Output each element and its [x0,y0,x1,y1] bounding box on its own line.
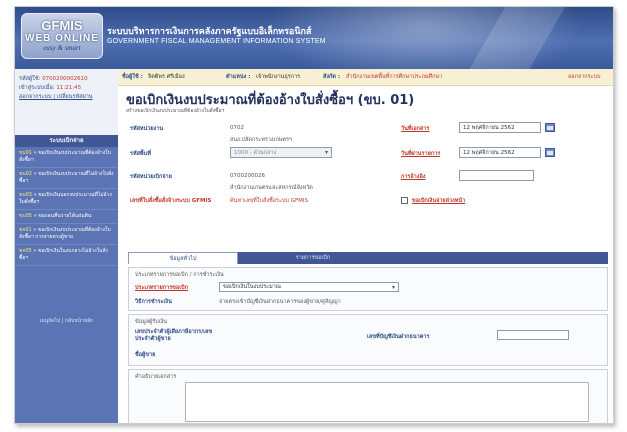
sidebar-item-kb01[interactable]: ขบ01 » ขอเบิกเงินงบประมาณที่ต้องอ้างใบสั… [15,147,118,168]
sidebar-item-kj05[interactable]: ขจ05 » ขอเบิกเงินในงบกลางไม่อ้างใบสั่งซื… [15,245,118,266]
login-time-value: 11:21:45 [56,85,82,91]
reference-label: การอ้างอิง [401,174,426,180]
area-code-select[interactable]: 1000 - ส่วนกลาง ▾ [230,147,332,158]
vendor-name-label: ชื่อผู้ขาย [135,352,156,358]
tab-bar: ข้อมูลทั่วไป รายการขอเบิก [128,252,608,264]
user-info-box: รหัสผู้ใช้: 0700200002610 เข้าสู่ระบบเมื… [15,69,118,135]
user-name-value: จิตติพร ศรีเมือง [148,74,185,80]
claim-type-label: ประเภทรายการขอเบิก [135,285,188,291]
position-value: เจ้าพนักงานธุรการ [256,74,301,80]
logout-link[interactable]: ออกจากระบบ | เปลี่ยนรหัสผ่าน [19,94,93,100]
chevron-down-icon: ▾ [324,149,328,156]
calendar-icon[interactable] [545,123,555,132]
calendar-icon[interactable] [545,148,555,157]
reference-input[interactable] [459,170,534,181]
user-name-key: ชื่อผู้ใช้ : [122,74,143,80]
description-textarea[interactable] [185,382,589,422]
user-info-bar: ชื่อผู้ใช้ : จิตติพร ศรีเมือง ตำแหน่ง : … [118,69,613,86]
sidebar-item-kj01[interactable]: ขจ01 » ขอเบิกเงินงบประมาณที่ต้องอ้างใบสั… [15,224,118,245]
logo-tagline: easy & smart [43,44,81,52]
org-value: สำนักงานเขตพื้นที่การศึกษาประถมศึกษา [346,74,443,80]
login-time-label: เข้าสู่ระบบเมื่อ: [19,85,55,91]
recipient-section: ข้อมูลผู้รับเงิน เลขประจำตัวผู้เสียภาษีอ… [128,314,608,366]
system-title: ระบบบริหารการเงินการคลังภาครัฐแบบอิเล็กท… [107,24,326,45]
advance-label: ขอเบิกเงินจ่ายล่วงหน้า [412,198,466,204]
user-id-value: 0700200002610 [42,76,88,82]
tax-id-label: เลขประจำตัวผู้เสียภาษีอากร/เลขประจำตัวผู… [135,329,213,342]
advance-checkbox[interactable] [401,197,408,204]
pay-unit-name: สำนักงานเกษตรและสหกรณ์จังหวัด [230,185,313,191]
pay-unit-label: รหัสหน่วยเบิกจ่าย [130,174,172,180]
gfmis-logo: GFMIS WEB ONLINE easy & smart [21,13,103,59]
sidebar-item-kb02[interactable]: ขบ02 » ขอเบิกเงินงบประมาณที่ไม่อ้างใบสั่… [15,168,118,189]
post-date-input[interactable]: 12 พฤศจิกายน 2562 [459,147,541,158]
logout-button[interactable]: ออกจากระบบ [568,73,600,81]
pay-unit-code: 0700200026 [230,173,265,179]
page-subtitle: สร้างขอเบิกเงินงบประมาณที่ต้องอ้างใบสั่ง… [126,108,225,114]
po-search-link[interactable]: ค้นหาเลขที่ใบสั่งซื้อระบบ GFMIS [230,197,308,205]
header-banner: GFMIS WEB ONLINE easy & smart ระบบบริหาร… [15,7,613,69]
bank-account-label: เลขที่บัญชีเงินฝากธนาคาร [367,334,430,340]
sidebar-heading: ระบบเบิกจ่าย [15,135,118,147]
area-code-label: รหัสพื้นที่ [130,151,151,157]
payment-method-value: จ่ายตรงเข้าบัญชีเงินฝากธนาคารของผู้ขาย/ค… [219,299,341,305]
left-sidebar: รหัสผู้ใช้: 0700200002610 เข้าสู่ระบบเมื… [15,69,118,423]
payment-method-label: วิธีการชำระเงิน [135,299,172,305]
system-title-th: ระบบบริหารการเงินการคลังภาครัฐแบบอิเล็กท… [107,26,312,36]
user-id-label: รหัสผู้ใช้: [19,76,41,82]
tab-general[interactable]: ข้อมูลทั่วไป [128,252,238,264]
sidebar-item-kb05[interactable]: ขบ05 » ขอถอนคืนรายได้แผ่นดิน [15,210,118,224]
dept-name-value: สนง.ปลัดกระทรวงเกษตรฯ [230,137,293,143]
chevron-down-icon: ▾ [391,284,395,291]
bank-account-input[interactable] [497,330,569,340]
claim-type-select[interactable]: ขอเบิกเงินในงบประมาณ ▾ [219,282,399,292]
payment-section-title: ประเภทรายการขอเบิก / การชำระเงิน [135,272,224,278]
description-label: คำอธิบายเอกสาร [135,374,177,380]
sidebar-item-kb03[interactable]: ขบ03 » ขอเบิกเงินนอกงบประมาณที่ไม่อ้างใบ… [15,189,118,210]
main-content: ชื่อผู้ใช้ : จิตติพร ศรีเมือง ตำแหน่ง : … [118,69,613,423]
position-key: ตำแหน่ง : [226,74,251,80]
logo-text-sub: WEB ONLINE [25,33,99,44]
description-section: คำอธิบายเอกสาร [128,369,608,423]
tab-items[interactable]: รายการขอเบิก [248,252,378,264]
dept-code-label: รหัสหน่วยงาน [130,126,164,132]
sidebar-footer-links[interactable]: เมนูถัดไป | กลับหน้าหลัก [15,317,118,325]
post-date-label: วันที่ผ่านรายการ [401,151,441,157]
system-title-en: GOVERNMENT FISCAL MANAGEMENT INFORMATION… [107,38,326,45]
recipient-section-title: ข้อมูลผู้รับเงิน [135,319,168,325]
payment-section: ประเภทรายการขอเบิก / การชำระเงิน ประเภทร… [128,267,608,311]
org-key: สังกัด : [323,74,341,80]
doc-date-input[interactable]: 12 พฤศจิกายน 2562 [459,122,541,133]
doc-date-label: วันที่เอกสาร [401,126,430,132]
po-number-label: เลขที่ใบสั่งซื้อสั่งจ้างระบบ GFMIS [130,198,212,204]
app-window: GFMIS WEB ONLINE easy & smart ระบบบริหาร… [14,6,614,424]
dept-code-value: 0702 [230,125,244,131]
logo-text-main: GFMIS [41,18,83,33]
